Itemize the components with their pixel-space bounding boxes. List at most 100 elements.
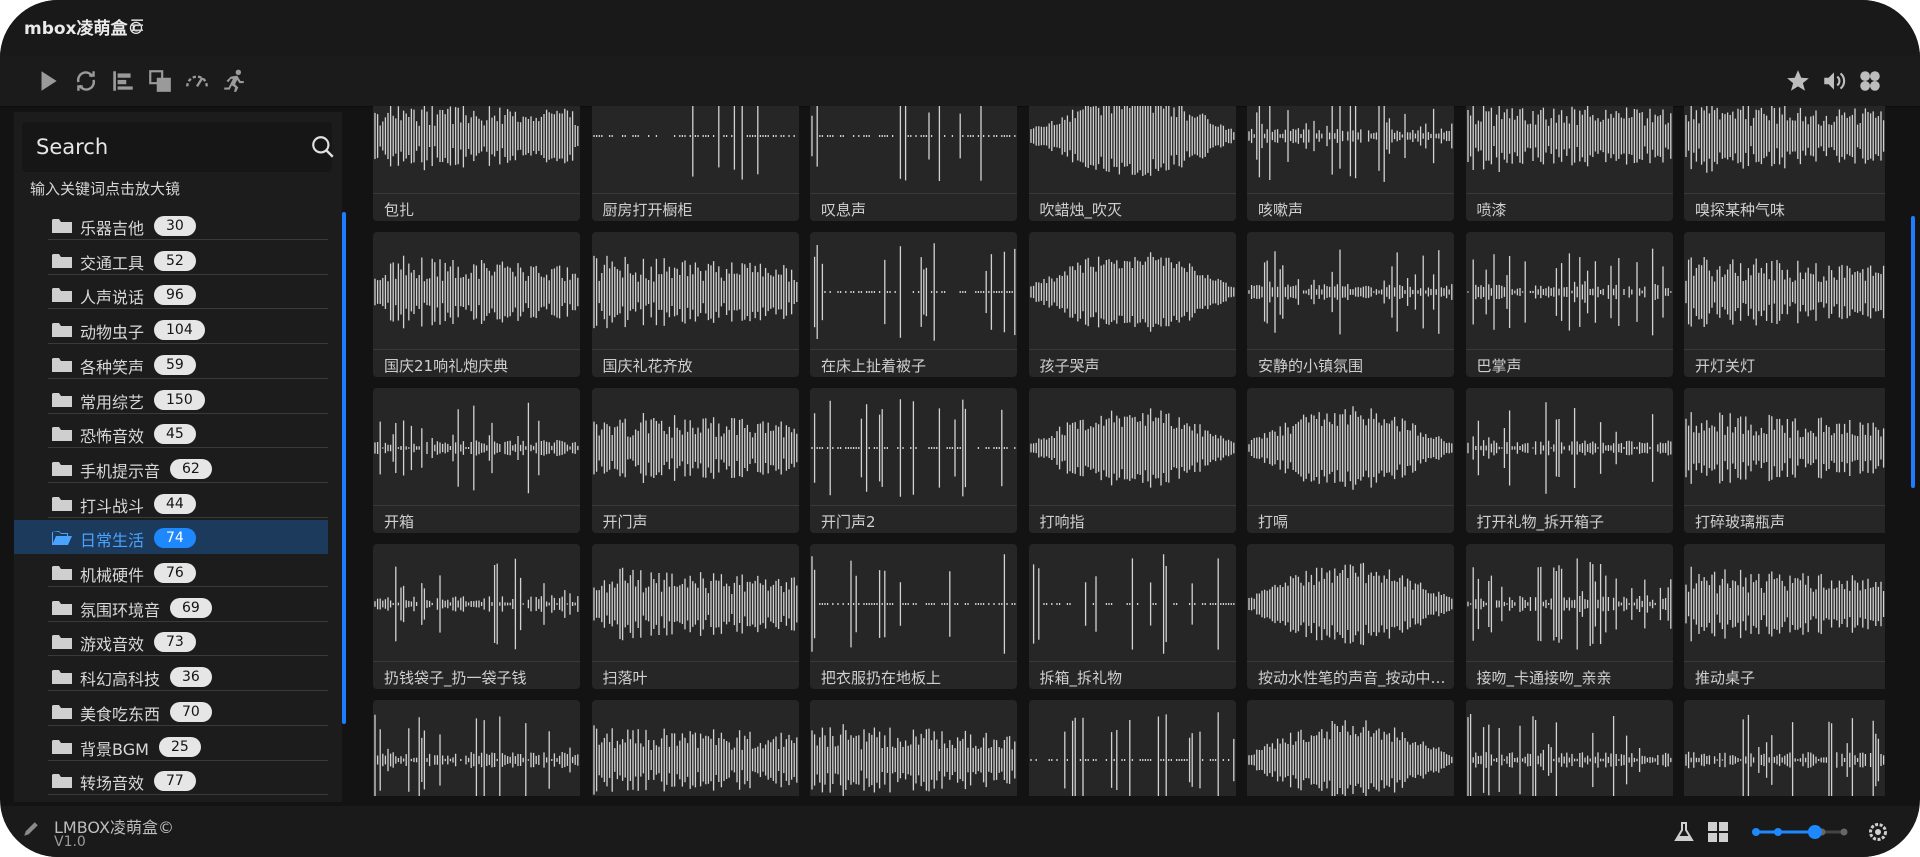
waveform (1029, 252, 1234, 332)
loop-icon[interactable] (70, 66, 102, 96)
sound-card[interactable]: 打开礼物_拆开箱子 (1465, 388, 1673, 533)
category-count-badge: 96 (154, 285, 196, 306)
speed-icon[interactable] (181, 66, 213, 96)
category-item[interactable]: 科幻高科技 36 (14, 659, 328, 693)
category-item[interactable]: 各种笑声 59 (14, 347, 328, 381)
sound-card[interactable]: 叹息声 (810, 106, 1017, 221)
waveform (1685, 412, 1885, 484)
sound-card[interactable]: 开门声 (591, 388, 799, 533)
search-icon[interactable] (310, 134, 336, 160)
volume-icon[interactable] (1818, 66, 1850, 96)
waveform (811, 724, 1016, 796)
copy-icon[interactable] (144, 66, 176, 96)
sound-card[interactable]: 咳嗽声 (1247, 106, 1454, 221)
waveform (592, 106, 795, 180)
folder-icon (52, 392, 72, 408)
gear-icon[interactable] (1866, 820, 1890, 844)
sound-card[interactable]: 开门声2 (810, 388, 1017, 533)
sidebar-scrollbar[interactable] (342, 212, 346, 724)
category-item[interactable]: 乐器吉他 30 (14, 208, 328, 242)
sound-card[interactable]: 厨房打开橱柜 (591, 106, 799, 221)
sound-card[interactable]: 按动水性笔的声音_按动中性笔 (1247, 544, 1454, 689)
grid-view-icon[interactable] (1706, 820, 1730, 844)
sound-card-label: 咳嗽声 (1258, 201, 1304, 219)
sound-card-label: 叹息声 (821, 201, 867, 219)
category-item[interactable]: 打斗战斗 44 (14, 486, 328, 520)
clover-icon[interactable] (1854, 66, 1886, 96)
sound-card[interactable]: 接吻_卡通接吻_亲亲 (1465, 544, 1673, 689)
category-item[interactable]: 氛围环境音 69 (14, 590, 328, 624)
folder-icon (52, 461, 72, 477)
sound-card[interactable]: 放烟花 (810, 700, 1017, 796)
category-count-badge: 69 (170, 597, 212, 618)
category-item[interactable]: 机械硬件 76 (14, 555, 328, 589)
sound-card[interactable]: 打碎玻璃瓶声 (1684, 388, 1885, 533)
sound-card[interactable]: 孩子哭声 (1028, 232, 1236, 377)
sound-card[interactable]: 安静的小镇氛围 (1247, 232, 1454, 377)
category-item[interactable]: 人声说话 96 (14, 277, 328, 311)
category-item[interactable]: 美食吃东西 70 (14, 694, 328, 728)
sound-card[interactable]: 开灯关灯 (1684, 232, 1885, 377)
sound-card[interactable]: 巴掌声 (1465, 232, 1673, 377)
folder-icon (52, 287, 72, 303)
sound-card[interactable]: 推动桌子 (1684, 544, 1885, 689)
search-input[interactable] (36, 134, 276, 160)
sound-card[interactable]: 开箱 (373, 388, 580, 533)
category-item[interactable]: 恐怖音效 45 (14, 416, 328, 450)
category-item[interactable]: 动物虫子 104 (14, 312, 328, 346)
category-label: 动物虫子 (80, 323, 145, 343)
sound-card[interactable]: 敲门_咚咚咚 (1465, 700, 1673, 796)
title-bar: mbox凌萌盒© ☰ (0, 0, 1920, 56)
grid-scrollbar[interactable] (1911, 216, 1915, 488)
category-item[interactable]: 转场音效 77 (14, 763, 328, 797)
waveform (811, 554, 1016, 654)
sound-card[interactable]: 打响指 (1028, 388, 1236, 533)
flask-icon[interactable] (1672, 820, 1696, 844)
category-item[interactable]: 手机提示音 62 (14, 451, 328, 485)
waveform (1248, 106, 1453, 182)
waveform (1248, 406, 1453, 490)
toolbar (0, 56, 1920, 107)
sound-card-label: 安静的小镇氛围 (1258, 357, 1364, 375)
sound-card-label: 开灯关灯 (1695, 357, 1756, 375)
category-label: 日常生活 (80, 531, 145, 551)
sound-card-label: 开门声 (602, 513, 648, 531)
category-count-badge: 77 (154, 771, 196, 792)
sound-card[interactable]: 包扎 (373, 106, 580, 221)
sound-card[interactable]: 吹蜡烛_吹灭 (1028, 106, 1236, 221)
sound-card[interactable]: 拆箱_拆礼物 (1028, 544, 1236, 689)
star-icon[interactable] (1782, 66, 1814, 96)
sound-card[interactable]: 扫落叶 (591, 544, 799, 689)
waveform (1029, 106, 1234, 177)
category-label: 各种笑声 (80, 357, 145, 377)
waveform (374, 106, 579, 171)
sound-card[interactable]: 摔玻璃_摔碎玻璃_打碎 (591, 700, 799, 796)
sound-card[interactable]: 敲门声 (1684, 700, 1885, 796)
run-icon[interactable] (218, 66, 250, 96)
folder-icon (52, 773, 72, 789)
sound-card[interactable]: 敲钟_寺庙 (1247, 700, 1454, 796)
sound-card[interactable]: 国庆礼花齐放 (591, 232, 799, 377)
category-item[interactable]: 常用综艺 150 (14, 382, 328, 416)
sound-card[interactable]: 扔钱袋子_扔一袋子钱 (373, 544, 580, 689)
sound-card[interactable]: 把衣服扔在地板上 (810, 544, 1017, 689)
folder-icon (52, 600, 72, 616)
category-item[interactable]: 交通工具 52 (14, 243, 328, 277)
category-item[interactable]: 日常生活 74 (14, 520, 328, 555)
play-icon[interactable] (32, 66, 64, 96)
category-item[interactable]: 背景BGM 25 (14, 729, 328, 763)
app-title: mbox凌萌盒© (24, 19, 145, 39)
sound-card[interactable]: 摔杯子_碎了 (373, 700, 580, 796)
sound-card[interactable]: 数钱 (1028, 700, 1236, 796)
zoom-slider[interactable] (1750, 822, 1850, 842)
category-count-badge: 25 (159, 736, 201, 757)
pen-icon[interactable] (22, 820, 40, 838)
sound-card[interactable]: 在床上扯着被子 (810, 232, 1017, 377)
sound-card[interactable]: 国庆21响礼炮庆典 (373, 232, 580, 377)
align-icon[interactable] (107, 66, 139, 96)
category-item[interactable]: 游戏音效 73 (14, 624, 328, 658)
hamburger-icon[interactable]: ☰ (130, 16, 144, 35)
sound-card[interactable]: 喷漆 (1465, 106, 1673, 221)
sound-card[interactable]: 嗅探某种气味 (1684, 106, 1885, 221)
sound-card[interactable]: 打嗝 (1247, 388, 1454, 533)
